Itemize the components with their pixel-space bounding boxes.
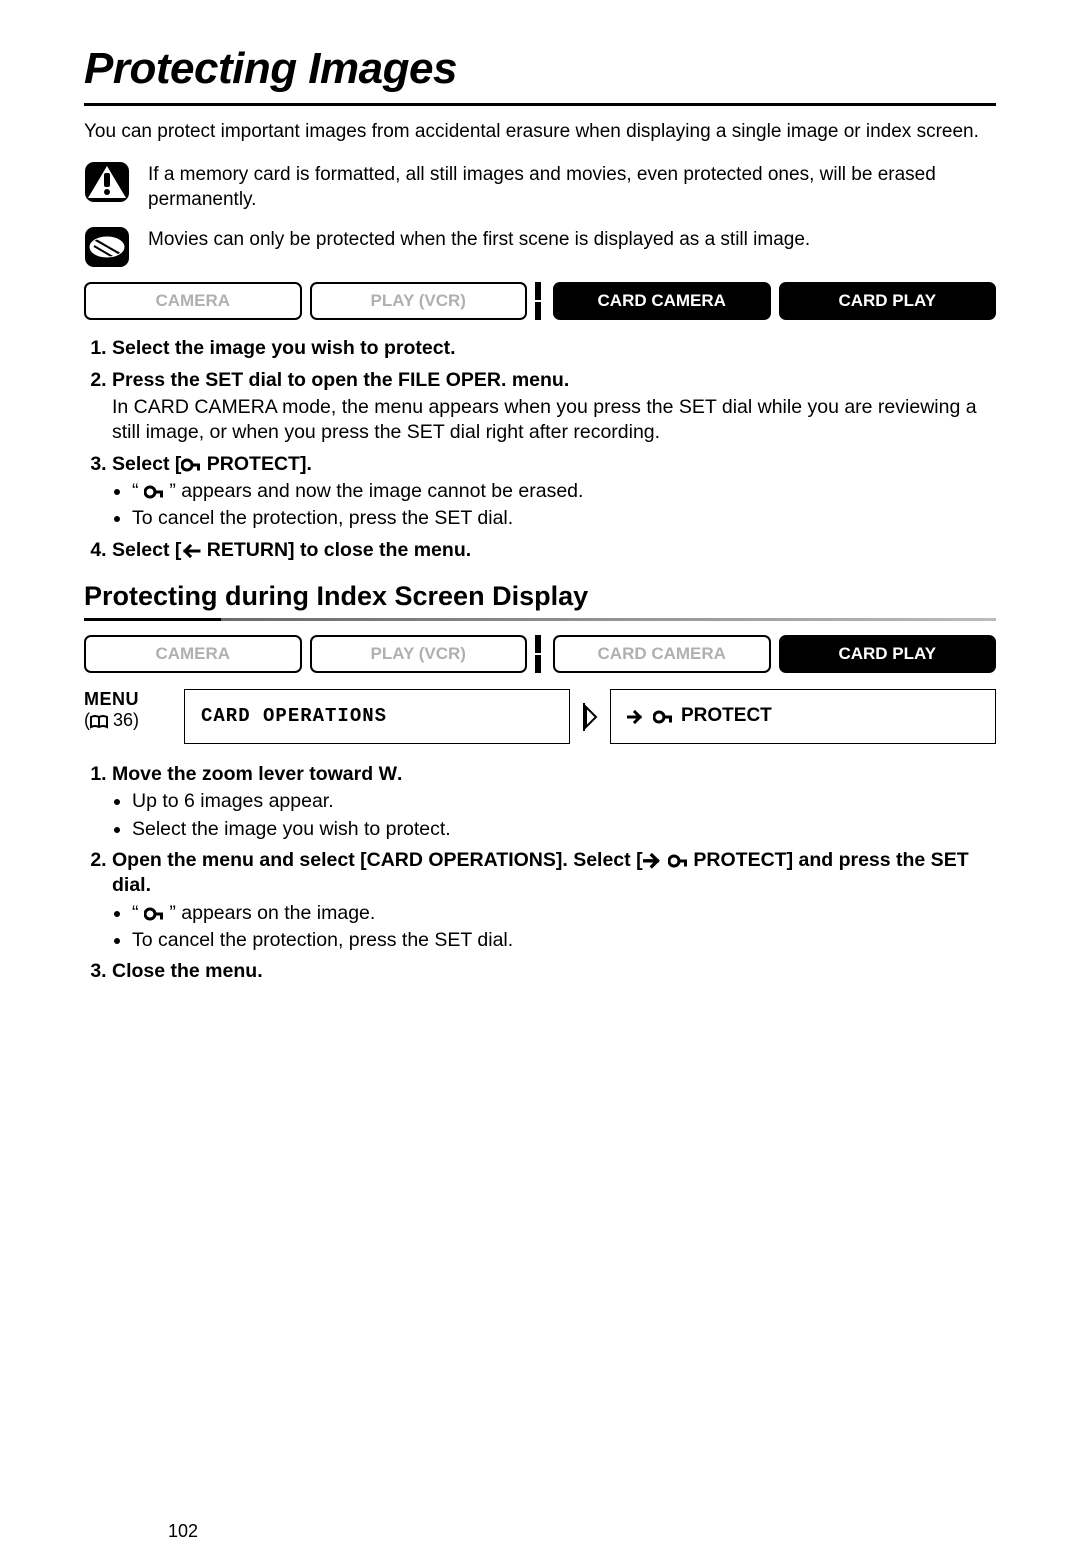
- step-a1-text: Select the image you wish to protect.: [112, 337, 456, 359]
- step-b1-b1: Up to 6 images appear.: [132, 789, 996, 814]
- mode-play-vcr-2: PLAY (VCR): [310, 635, 528, 673]
- mode-card-play: CARD PLAY: [779, 282, 997, 320]
- step-b2-b1b: ” appears on the image.: [164, 902, 375, 924]
- step-a2-text: Press the SET dial to open the FILE OPER…: [112, 369, 569, 391]
- step-b2-pre: Open the menu and select [CARD OPERATION…: [112, 849, 643, 871]
- step-b3-text: Close the menu.: [112, 960, 263, 982]
- step-a2: Press the SET dial to open the FILE OPER…: [112, 368, 996, 446]
- subheading: Protecting during Index Screen Display: [84, 579, 996, 614]
- subheading-rule: [84, 618, 996, 621]
- step-a3-post: PROTECT].: [201, 453, 312, 475]
- info-text: Movies can only be protected when the fi…: [148, 226, 996, 253]
- menu-box-2: PROTECT: [610, 689, 996, 744]
- step-a3-pre: Select [: [112, 453, 181, 475]
- step-a3-b1b: ” appears and now the image cannot be er…: [164, 480, 584, 502]
- menu-box-2-text: PROTECT: [681, 704, 772, 729]
- info-icon: [84, 226, 130, 268]
- mode-separator-2: [535, 635, 545, 673]
- mode-separator: [535, 282, 545, 320]
- mode-play-vcr: PLAY (VCR): [310, 282, 528, 320]
- key-protect-icon: [144, 485, 164, 499]
- steps-list-a: Select the image you wish to protect. Pr…: [84, 336, 996, 563]
- warning-icon: [84, 161, 130, 203]
- step-b2-b1: “ ” appears on the image.: [132, 901, 996, 926]
- menu-box-1-text: CARD OPERATIONS: [201, 704, 387, 729]
- step-a2-sub: In CARD CAMERA mode, the menu appears wh…: [112, 395, 996, 446]
- mode-row-2: CAMERA PLAY (VCR) CARD CAMERA CARD PLAY: [84, 635, 996, 673]
- menu-label: MENU ( 36): [84, 689, 174, 744]
- mode-card-play-2: CARD PLAY: [779, 635, 997, 673]
- steps-list-b: Move the zoom lever toward W. Up to 6 im…: [84, 762, 996, 985]
- info-note: Movies can only be protected when the fi…: [84, 226, 996, 268]
- step-a3-b1a: “: [132, 480, 144, 502]
- key-protect-icon: [144, 907, 164, 921]
- right-arrow-icon: [627, 710, 645, 724]
- key-protect-icon: [181, 458, 201, 472]
- step-b1-w: W: [379, 763, 397, 785]
- left-arrow-icon: [181, 544, 201, 558]
- menu-label-ref: 36): [108, 710, 139, 730]
- step-a4-pre: Select [: [112, 539, 181, 561]
- step-b1-b2: Select the image you wish to protect.: [132, 817, 996, 842]
- step-a3-b2: To cancel the protection, press the SET …: [132, 506, 996, 531]
- mode-camera: CAMERA: [84, 282, 302, 320]
- menu-arrow-icon: [582, 703, 598, 731]
- mode-row-1: CAMERA PLAY (VCR) CARD CAMERA CARD PLAY: [84, 282, 996, 320]
- step-b2: Open the menu and select [CARD OPERATION…: [112, 848, 996, 953]
- page-title: Protecting Images: [84, 40, 996, 97]
- step-a4: Select [ RETURN] to close the menu.: [112, 538, 996, 563]
- right-arrow-icon: [643, 853, 663, 869]
- title-rule: [84, 103, 996, 106]
- mode-card-camera-2: CARD CAMERA: [553, 635, 771, 673]
- step-a3: Select [ PROTECT]. “ ” appears and now t…: [112, 452, 996, 532]
- step-b3: Close the menu.: [112, 959, 996, 984]
- step-a3-b1: “ ” appears and now the image cannot be …: [132, 479, 996, 504]
- mode-card-camera: CARD CAMERA: [553, 282, 771, 320]
- menu-box-1: CARD OPERATIONS: [184, 689, 570, 744]
- menu-label-top: MENU: [84, 689, 139, 709]
- key-protect-icon: [668, 854, 688, 868]
- step-b2-b2: To cancel the protection, press the SET …: [132, 928, 996, 953]
- menu-path-row: MENU ( 36) CARD OPERATIONS PROTECT: [84, 689, 996, 744]
- menu-path-arrow: [580, 689, 600, 744]
- step-b1: Move the zoom lever toward W. Up to 6 im…: [112, 762, 996, 842]
- step-a1: Select the image you wish to protect.: [112, 336, 996, 361]
- step-a4-post: RETURN] to close the menu.: [201, 539, 471, 561]
- manual-icon: [90, 715, 108, 729]
- key-protect-icon: [653, 710, 673, 724]
- mode-camera-2: CAMERA: [84, 635, 302, 673]
- intro-text: You can protect important images from ac…: [84, 120, 996, 145]
- warning-text: If a memory card is formatted, all still…: [148, 161, 996, 212]
- warning-note: If a memory card is formatted, all still…: [84, 161, 996, 212]
- page-number: 102: [168, 1520, 198, 1543]
- step-b1-post: .: [397, 763, 402, 785]
- step-b2-b1a: “: [132, 902, 144, 924]
- step-b1-pre: Move the zoom lever toward: [112, 763, 379, 785]
